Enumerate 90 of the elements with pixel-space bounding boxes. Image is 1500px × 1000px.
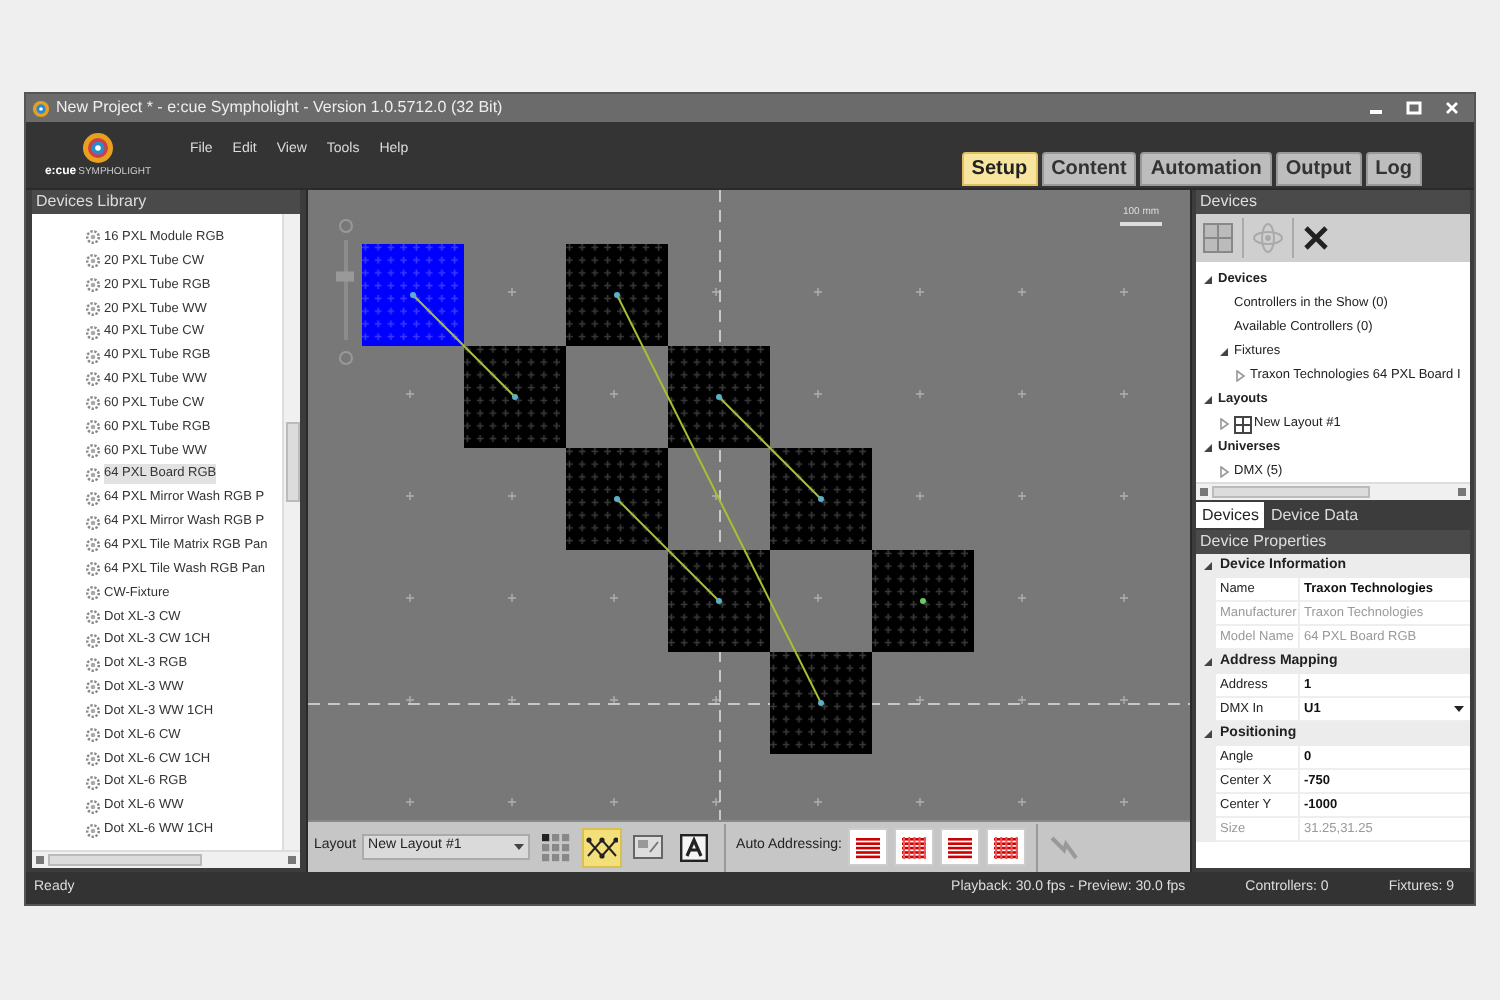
grid-cross <box>1017 287 1027 297</box>
fixture-tile[interactable] <box>872 550 974 652</box>
grid-cross <box>1017 491 1027 501</box>
expander-icon[interactable] <box>1202 274 1216 286</box>
grid-cross <box>405 593 415 603</box>
grid-cross <box>711 797 721 807</box>
grid-cross <box>1119 287 1129 297</box>
auto-addressing-button[interactable] <box>939 828 980 866</box>
grid-cross <box>711 491 721 501</box>
panel-title: Device Properties <box>1196 530 1470 554</box>
expander-icon[interactable] <box>1202 656 1216 668</box>
grid-cross <box>609 695 619 705</box>
tab[interactable]: Output <box>1275 152 1362 186</box>
layout-grid-icon <box>1234 415 1252 433</box>
fixture-tile[interactable] <box>770 652 872 754</box>
tab[interactable]: Setup <box>961 152 1038 186</box>
window-title: New Project * - e:cue Sympholight - Version 1.0.5712.0 (32 Bit) <box>56 96 505 120</box>
grid-cross <box>915 491 925 501</box>
horizontal-scrollbar[interactable] <box>1196 482 1470 500</box>
panel-tab[interactable]: Devices <box>1196 502 1265 528</box>
grid-cross <box>711 695 721 705</box>
grid-cross <box>1017 389 1027 399</box>
vertical-scrollbar[interactable] <box>282 214 300 850</box>
panel-title: Devices <box>1196 190 1470 214</box>
tab[interactable]: Automation <box>1140 152 1272 186</box>
expander-icon[interactable] <box>1202 728 1216 740</box>
grid-cross <box>1017 593 1027 603</box>
auto-addressing-button[interactable] <box>985 828 1026 866</box>
fixture-tile[interactable] <box>566 244 668 346</box>
caret-icon <box>514 843 525 851</box>
grid-cross <box>1119 797 1129 807</box>
app-logo-icon <box>82 131 114 163</box>
tab[interactable]: Content <box>1041 152 1137 186</box>
addressing-pattern-icon <box>899 835 928 859</box>
fixture-tile[interactable] <box>668 550 770 652</box>
grid-cross <box>813 389 823 399</box>
grid-cross <box>813 593 823 603</box>
zoom-slider[interactable] <box>336 240 354 340</box>
tab[interactable]: Log <box>1365 152 1422 186</box>
grid-cross <box>507 287 517 297</box>
fixture-tile[interactable] <box>566 448 668 550</box>
close-icon[interactable] <box>1302 224 1330 252</box>
addressing-pattern-icon <box>853 835 882 859</box>
grid-cross <box>1017 695 1027 705</box>
auto-addressing-button[interactable] <box>893 828 934 866</box>
scale-bar <box>1120 221 1162 225</box>
addressing-pattern-icon <box>991 835 1020 859</box>
grid-cross <box>1119 593 1129 603</box>
grid-cross <box>507 593 517 603</box>
grid-cross <box>609 593 619 603</box>
expander-icon[interactable] <box>1202 560 1216 572</box>
grid-cross <box>507 695 517 705</box>
expander-icon[interactable] <box>1202 394 1216 406</box>
grid-cross <box>507 797 517 807</box>
grid-cross <box>609 797 619 807</box>
panel-tab[interactable]: Device Data <box>1264 502 1365 528</box>
zoom-slider-thumb[interactable] <box>336 271 354 282</box>
fixture-tile[interactable] <box>668 346 770 448</box>
fixture-tile[interactable] <box>464 346 566 448</box>
grid-cross <box>405 695 415 705</box>
grid-cross <box>405 797 415 807</box>
grid-cross <box>915 389 925 399</box>
app-logo-icon <box>32 99 50 117</box>
addressing-pattern-icon <box>945 835 974 859</box>
fixture-tile[interactable] <box>362 244 464 346</box>
grid-cross <box>1119 695 1129 705</box>
grid-cross <box>1017 797 1027 807</box>
panel-title: Devices Library <box>32 190 300 214</box>
grid-cross <box>915 797 925 807</box>
grid-cross <box>915 695 925 705</box>
grid-cross <box>915 287 925 297</box>
expander-icon[interactable] <box>1218 346 1232 358</box>
grid-cross <box>507 491 517 501</box>
grid-cross <box>813 287 823 297</box>
fixture-tile[interactable] <box>770 448 872 550</box>
grid-cross <box>711 287 721 297</box>
caret-icon[interactable] <box>1454 705 1464 713</box>
wiring-line <box>410 292 518 400</box>
maximize-icon[interactable] <box>1406 100 1422 116</box>
expander-icon[interactable] <box>1202 442 1216 454</box>
grid-cross <box>609 389 619 399</box>
horizontal-scrollbar[interactable] <box>32 850 300 868</box>
grid-cross <box>405 389 415 399</box>
fixture-center-dot <box>920 598 926 604</box>
auto-addressing-button[interactable] <box>847 828 888 866</box>
grid-cross <box>813 797 823 807</box>
grid-cross <box>405 491 415 501</box>
grid-cross <box>1119 389 1129 399</box>
grid-cross <box>1119 491 1129 501</box>
wiring-tool-button[interactable] <box>582 827 623 867</box>
